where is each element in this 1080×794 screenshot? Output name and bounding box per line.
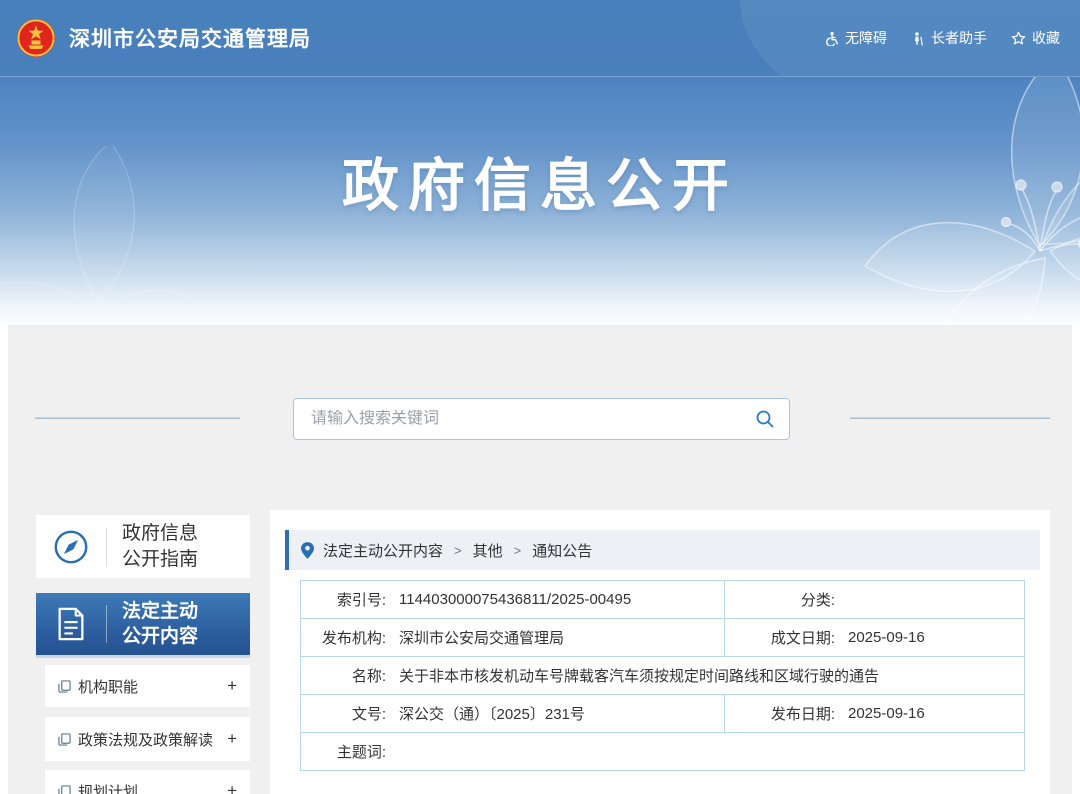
sidebar-guide-label-line2: 公开指南	[122, 547, 250, 572]
category-cell: 分类:	[725, 581, 1025, 619]
written-date-cell: 成文日期: 2025-09-16	[725, 619, 1025, 657]
compass-icon	[52, 528, 90, 566]
category-label: 分类:	[725, 589, 835, 610]
location-pin-icon	[301, 542, 314, 559]
favorite-link[interactable]: 收藏	[1011, 28, 1060, 48]
sidebar-sub-label: 政策法规及政策解读	[78, 729, 223, 750]
agency-cell: 发布机构: 深圳市公安局交通管理局	[301, 619, 725, 657]
national-emblem-icon	[16, 18, 56, 58]
accessibility-link-label: 无障碍	[845, 28, 887, 48]
sidebar-statutory-label-line1: 法定主动	[122, 599, 250, 624]
elder-assist-link[interactable]: 长者助手	[911, 28, 987, 48]
breadcrumb-item-statutory[interactable]: 法定主动公开内容	[323, 540, 443, 561]
table-row: 文号: 深公交（通）〔2025〕231号 发布日期: 2025-09-16	[301, 695, 1025, 733]
pages-icon	[58, 733, 71, 746]
favorite-link-label: 收藏	[1032, 28, 1060, 48]
index-number-label: 索引号:	[301, 589, 386, 610]
document-title-label: 名称:	[301, 665, 386, 686]
top-header-bar: 深圳市公安局交通管理局 无障碍	[0, 0, 1080, 77]
index-number-cell: 索引号: 114403000075436811/2025-00495	[301, 581, 725, 619]
sidebar-statutory-icon-box	[36, 606, 106, 642]
breadcrumb: 法定主动公开内容 > 其他 > 通知公告	[285, 530, 1040, 570]
agency-value: 深圳市公安局交通管理局	[399, 627, 564, 648]
page-banner: 政府信息公开	[0, 76, 1080, 325]
page: 深圳市公安局交通管理局 无障碍	[0, 0, 1080, 794]
publish-date-label: 发布日期:	[725, 703, 835, 724]
sidebar-item-plans[interactable]: 规划计划 +	[45, 770, 250, 794]
search-icon	[755, 409, 775, 429]
elder-assist-link-label: 长者助手	[931, 28, 987, 48]
table-row: 主题词:	[301, 733, 1025, 771]
written-date-value: 2025-09-16	[848, 629, 925, 646]
breadcrumb-separator: >	[514, 543, 522, 558]
document-title-cell: 名称: 关于非本市核发机动车号牌载客汽车须按规定时间路线和区域行驶的通告	[301, 657, 1025, 695]
search-button[interactable]	[741, 399, 789, 439]
index-number-value: 114403000075436811/2025-00495	[399, 591, 631, 608]
sidebar-sub-label: 规划计划	[78, 781, 223, 794]
star-icon	[1011, 31, 1026, 46]
breadcrumb-item-other[interactable]: 其他	[473, 540, 503, 561]
keywords-label: 主题词:	[301, 741, 386, 762]
document-icon	[54, 606, 88, 642]
doc-number-label: 文号:	[301, 703, 386, 724]
sidebar-item-policies[interactable]: 政策法规及政策解读 +	[45, 717, 250, 761]
table-row: 发布机构: 深圳市公安局交通管理局 成文日期: 2025-09-16	[301, 619, 1025, 657]
doc-number-cell: 文号: 深公交（通）〔2025〕231号	[301, 695, 725, 733]
breadcrumb-separator: >	[454, 543, 462, 558]
publish-date-cell: 发布日期: 2025-09-16	[725, 695, 1025, 733]
sidebar-item-statutory-active[interactable]: 法定主动 公开内容	[36, 593, 250, 655]
accessibility-link[interactable]: 无障碍	[824, 28, 887, 48]
sidebar-guide-label-line1: 政府信息	[122, 521, 250, 546]
publish-date-value: 2025-09-16	[848, 705, 925, 722]
sidebar-sub-label: 机构职能	[78, 676, 223, 697]
sidebar-item-guide[interactable]: 政府信息 公开指南	[36, 515, 250, 578]
pages-icon	[58, 680, 71, 693]
keywords-cell: 主题词:	[301, 733, 1025, 771]
table-row: 名称: 关于非本市核发机动车号牌载客汽车须按规定时间路线和区域行驶的通告	[301, 657, 1025, 695]
page-title: 政府信息公开	[0, 140, 1080, 222]
sidebar-statutory-label: 法定主动 公开内容	[107, 599, 250, 649]
doc-number-value: 深公交（通）〔2025〕231号	[399, 703, 585, 724]
sidebar-statutory-label-line2: 公开内容	[122, 624, 250, 649]
divider-line-left	[35, 417, 240, 419]
sidebar-guide-label: 政府信息 公开指南	[107, 521, 250, 571]
agency-label: 发布机构:	[301, 627, 386, 648]
written-date-label: 成文日期:	[725, 627, 835, 648]
pages-icon	[58, 785, 71, 794]
accessibility-icon	[824, 31, 839, 46]
breadcrumb-item-notices[interactable]: 通知公告	[532, 540, 592, 561]
expand-plus-icon[interactable]: +	[227, 729, 237, 749]
table-row: 索引号: 114403000075436811/2025-00495 分类:	[301, 581, 1025, 619]
search-input[interactable]	[294, 410, 741, 428]
document-title-value: 关于非本市核发机动车号牌载客汽车须按规定时间路线和区域行驶的通告	[399, 665, 879, 686]
expand-plus-icon[interactable]: +	[227, 781, 237, 794]
header-inner: 深圳市公安局交通管理局 无障碍	[0, 0, 1080, 76]
document-info-table: 索引号: 114403000075436811/2025-00495 分类:	[300, 580, 1025, 771]
sidebar-guide-icon-box	[36, 528, 106, 566]
expand-plus-icon[interactable]: +	[227, 676, 237, 696]
divider-line-right	[850, 417, 1050, 419]
main-panel: 法定主动公开内容 > 其他 > 通知公告 索引号: 11440300007543…	[270, 510, 1050, 794]
search-box	[293, 398, 790, 440]
site-title[interactable]: 深圳市公安局交通管理局	[69, 23, 311, 53]
elder-assist-icon	[911, 31, 925, 46]
sidebar-item-agency-functions[interactable]: 机构职能 +	[45, 665, 250, 707]
header-utility-links: 无障碍 长者助手 收藏	[824, 28, 1064, 48]
content-area: 政府信息 公开指南 法定主动 公开内容	[8, 325, 1072, 794]
